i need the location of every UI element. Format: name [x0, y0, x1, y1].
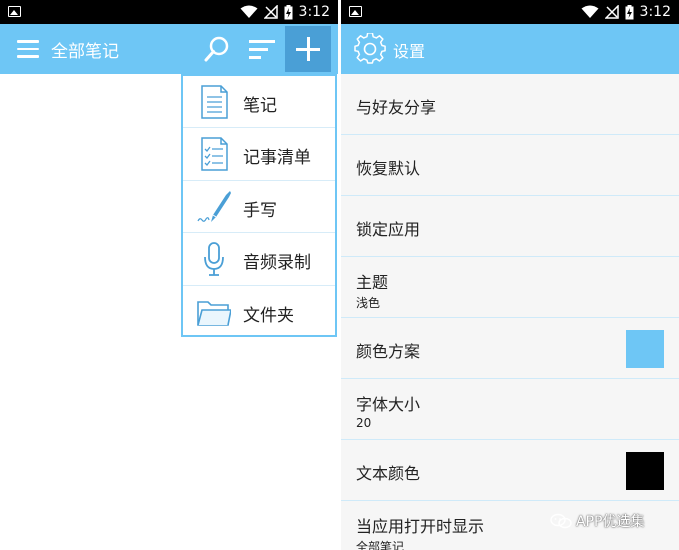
battery-charging-icon — [625, 4, 634, 19]
menu-item-checklist[interactable]: 记事清单 — [183, 128, 335, 181]
image-notification-icon — [8, 6, 21, 17]
setting-label: 颜色方案 — [356, 342, 421, 361]
settings-list: 与好友分享 恢复默认 锁定应用 主题 浅色 颜色方案 字体大小 20 文本颜色 — [341, 74, 679, 550]
settings-screen: 3:12 设置 与好友分享 恢复默认 锁定应用 主题 浅色 颜色方案 字体大小 … — [341, 0, 679, 550]
sort-icon[interactable] — [249, 38, 275, 60]
menu-item-folder[interactable]: 文件夹 — [183, 286, 335, 338]
status-bar: 3:12 — [0, 0, 338, 24]
wifi-icon — [240, 5, 258, 18]
status-time: 3:12 — [298, 4, 330, 20]
watermark: APP优选集 — [550, 511, 644, 531]
note-icon — [201, 85, 228, 119]
notes-screen: 3:12 全部笔记 笔记 记事清单 手写 音频录制 文件夹 — [0, 0, 338, 550]
page-title: 设置 — [393, 42, 426, 61]
notes-app-bar: 全部笔记 — [0, 24, 338, 74]
settings-app-bar: 设置 — [341, 24, 679, 74]
gear-icon[interactable] — [354, 33, 386, 65]
add-dropdown-menu: 笔记 记事清单 手写 音频录制 文件夹 — [181, 74, 337, 337]
setting-theme[interactable]: 主题 浅色 — [341, 257, 679, 318]
wechat-icon — [550, 513, 572, 529]
menu-item-label: 记事清单 — [243, 148, 311, 169]
status-time: 3:12 — [639, 4, 671, 20]
setting-label: 字体大小 — [356, 395, 421, 414]
watermark-text: APP优选集 — [576, 514, 645, 530]
no-signal-icon — [263, 5, 278, 19]
status-bar: 3:12 — [341, 0, 679, 24]
menu-item-label: 笔记 — [243, 96, 277, 116]
add-button[interactable] — [285, 26, 331, 72]
menu-item-audio[interactable]: 音频录制 — [183, 233, 335, 286]
setting-value: 20 — [356, 416, 372, 430]
setting-label: 锁定应用 — [356, 220, 421, 239]
pen-icon — [197, 190, 231, 222]
setting-lock-app[interactable]: 锁定应用 — [341, 196, 679, 257]
setting-color-scheme[interactable]: 颜色方案 — [341, 318, 679, 379]
setting-label: 当应用打开时显示 — [356, 517, 485, 536]
battery-charging-icon — [284, 4, 293, 19]
menu-item-label: 音频录制 — [243, 253, 311, 274]
setting-value: 浅色 — [356, 296, 381, 310]
setting-label: 与好友分享 — [356, 98, 437, 117]
setting-label: 恢复默认 — [356, 159, 421, 178]
setting-text-color[interactable]: 文本颜色 — [341, 440, 679, 501]
no-signal-icon — [604, 5, 619, 19]
checklist-icon — [201, 137, 228, 172]
search-icon[interactable] — [203, 35, 231, 63]
page-title: 全部笔记 — [51, 42, 119, 62]
setting-restore-default[interactable]: 恢复默认 — [341, 135, 679, 196]
hamburger-icon[interactable] — [17, 40, 39, 58]
menu-item-label: 文件夹 — [243, 305, 294, 326]
menu-item-note[interactable]: 笔记 — [183, 76, 335, 129]
setting-label: 文本颜色 — [356, 464, 421, 483]
microphone-icon — [204, 242, 224, 277]
text-color-swatch[interactable] — [626, 452, 664, 490]
color-scheme-swatch[interactable] — [626, 330, 664, 368]
setting-font-size[interactable]: 字体大小 20 — [341, 379, 679, 440]
wifi-icon — [581, 5, 599, 18]
folder-icon — [197, 300, 231, 326]
menu-item-handwriting[interactable]: 手写 — [183, 181, 335, 234]
setting-value: 全部笔记 — [356, 540, 405, 550]
image-notification-icon — [349, 6, 362, 17]
setting-share[interactable]: 与好友分享 — [341, 74, 679, 135]
setting-label: 主题 — [356, 273, 389, 292]
menu-item-label: 手写 — [243, 200, 277, 221]
